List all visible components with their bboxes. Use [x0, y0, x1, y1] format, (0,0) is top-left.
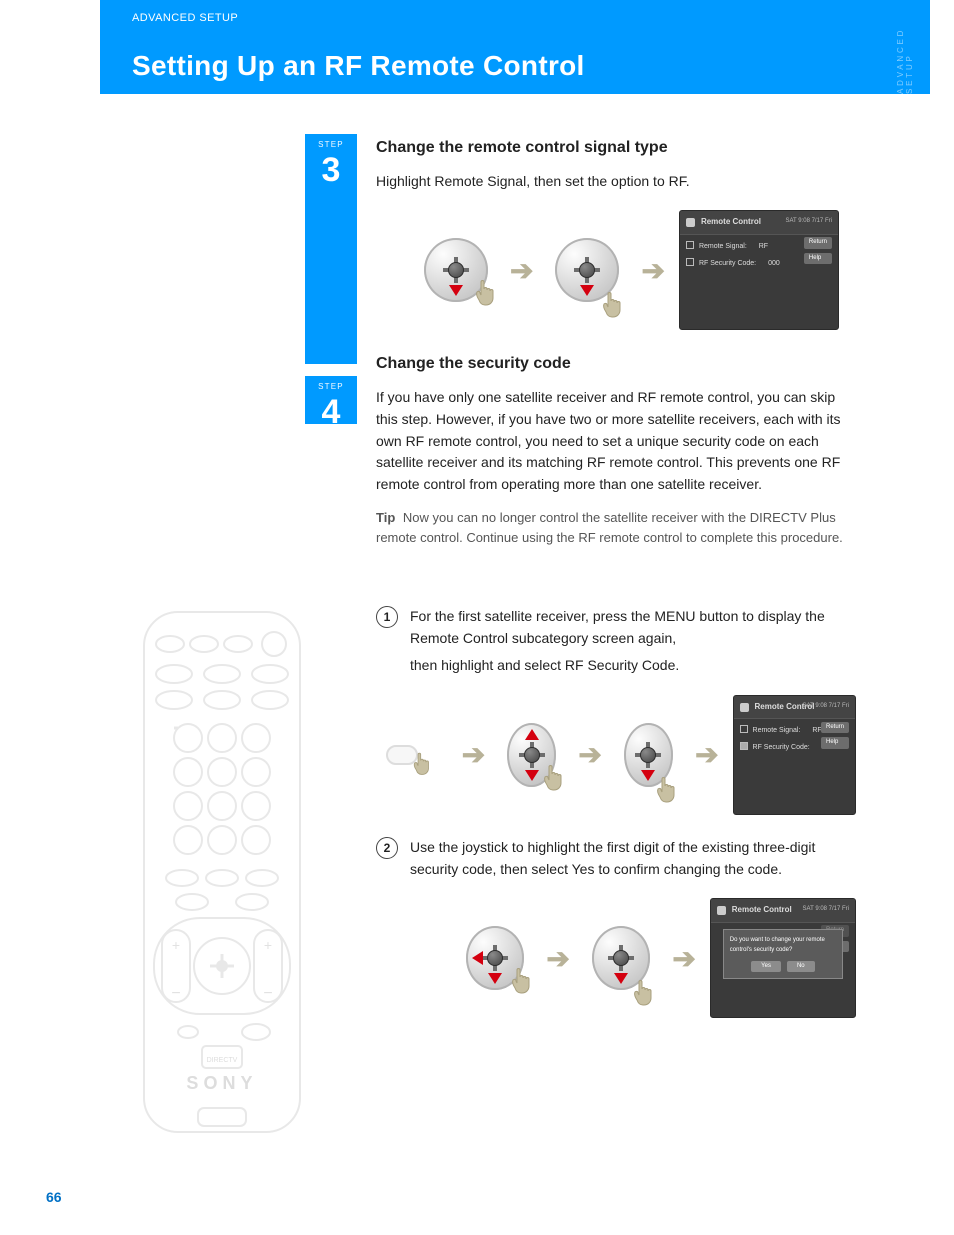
step-badge-4: Step 4: [305, 376, 357, 424]
arrow-right-icon: ➔: [641, 249, 664, 292]
dpad-center-icon: [592, 926, 650, 990]
substep-2-icon-row: ➔ ➔ Remote Control SAT 9:08 7/17 Fri Ret…: [466, 898, 856, 1018]
tip-text: Now you can no longer control the satell…: [376, 510, 843, 545]
sony-logo-text: SONY: [140, 1073, 304, 1094]
shot-row1-label: Remote Signal:: [699, 242, 747, 253]
svg-text:−: −: [171, 985, 180, 1002]
step-4-heading: Change the security code: [376, 352, 856, 377]
substep-number-2: 2: [376, 837, 398, 859]
step-3-paragraph: Highlight Remote Signal, then set the op…: [376, 171, 856, 193]
step-3-heading: Change the remote control signal type: [376, 136, 856, 161]
step-number: 3: [322, 153, 341, 187]
tv-screenshot-remote-control: Remote Control SAT 9:08 7/17 Fri Return …: [679, 210, 839, 330]
dpad-center-icon: [624, 723, 673, 787]
shot-row1-value: RF: [759, 242, 768, 253]
shot-row2-label: RF Security Code:: [699, 259, 756, 270]
shot-row2-value: 000: [768, 259, 780, 270]
arrow-right-icon: ➔: [510, 249, 533, 292]
header-eyebrow: Advanced Setup: [132, 12, 238, 24]
substep-1-text-a: For the first satellite receiver, press …: [410, 608, 825, 646]
pointer-hand-icon: [508, 966, 542, 996]
shot-meta: SAT 9:08 7/17 Fri: [803, 905, 849, 914]
step-4-intro: If you have only one satellite receiver …: [376, 387, 856, 495]
tv-screenshot-confirm-dialog: Remote Control SAT 9:08 7/17 Fri Return …: [710, 898, 856, 1018]
substep-number-1: 1: [376, 606, 398, 628]
shot-title: Remote Control: [732, 904, 792, 916]
shot-row2-label: RF Security Code:: [753, 743, 810, 754]
substep-1-icon-row: ➔ ➔ ➔ Remote Control SAT 9:08 7/17 Fri R…: [386, 695, 856, 815]
step-3-icon-row: ➔ ➔ Remote Control SAT 9:08 7/17 Fri Ret…: [424, 210, 856, 330]
svg-text:+: +: [172, 937, 180, 953]
shot-return-button: Return: [821, 722, 849, 733]
pointer-hand-icon: [410, 751, 440, 777]
step-3-tip: Tip Now you can no longer control the sa…: [376, 508, 856, 548]
arrow-right-icon: ➔: [695, 733, 718, 776]
step-label: Step: [318, 382, 344, 391]
step-badge-3: Step 3: [305, 134, 357, 364]
svg-text:−: −: [263, 985, 272, 1002]
dpad-left-down-icon: [466, 926, 524, 990]
tip-label: Tip: [376, 510, 395, 525]
pointer-hand-icon: [540, 763, 574, 793]
shot-return-button: Return: [804, 237, 832, 248]
page-title: Setting Up an RF Remote Control: [132, 50, 585, 82]
step-badge-column: Step 3 Step 4: [305, 134, 357, 412]
pointer-hand-icon: [472, 278, 506, 308]
arrow-right-icon: ➔: [462, 733, 485, 776]
pointer-hand-icon: [630, 978, 664, 1008]
page-number: 66: [46, 1189, 62, 1205]
arrow-right-icon: ➔: [546, 937, 569, 980]
shot-row1-label: Remote Signal:: [753, 726, 801, 737]
dialog-no: No: [787, 961, 815, 972]
remote-control-illustration: .l{fill:none;stroke:#e8e8e8;stroke-width…: [140, 608, 304, 1138]
shot-buttons: Return Help: [804, 237, 832, 264]
substep-1-text-b: then highlight and select RF Security Co…: [410, 657, 679, 673]
dialog-yes: Yes: [751, 961, 781, 972]
substep-1: 1 For the first satellite receiver, pres…: [376, 606, 856, 677]
substep-2-text: Use the joystick to highlight the first …: [410, 837, 856, 880]
step-4-substeps: 1 For the first satellite receiver, pres…: [376, 600, 856, 1040]
tv-screenshot-remote-control: Remote Control SAT 9:08 7/17 Fri Return …: [733, 695, 856, 815]
pointer-hand-icon: [653, 775, 687, 805]
pointer-hand-icon: [599, 290, 633, 320]
shot-help-button: Help: [821, 737, 849, 748]
shot-help-button: Help: [804, 253, 832, 264]
side-page-label: Advanced Setup: [896, 10, 914, 94]
arrow-right-icon: ➔: [672, 937, 695, 980]
substep-2: 2 Use the joystick to highlight the firs…: [376, 837, 856, 880]
shot-meta: SAT 9:08 7/17 Fri: [803, 702, 849, 711]
shot-meta: SAT 9:08 7/17 Fri: [785, 217, 831, 226]
step-label: Step: [318, 140, 344, 149]
shot-title: Remote Control: [701, 216, 761, 228]
step-number: 4: [322, 395, 341, 429]
page-header: Advanced Setup Setting Up an RF Remote C…: [100, 0, 930, 94]
confirm-dialog: Do you want to change your remote contro…: [723, 929, 843, 979]
dialog-question: Do you want to change your remote contro…: [730, 936, 836, 955]
svg-text:+: +: [264, 937, 272, 953]
step-3-section: Change the remote control signal type Hi…: [376, 136, 856, 560]
dpad-center-icon: [555, 238, 619, 302]
dpad-up-down-icon: [507, 723, 556, 787]
dpad-down-icon: [424, 238, 488, 302]
arrow-right-icon: ➔: [578, 733, 601, 776]
directv-logo-text: DIRECTV: [207, 1057, 238, 1064]
